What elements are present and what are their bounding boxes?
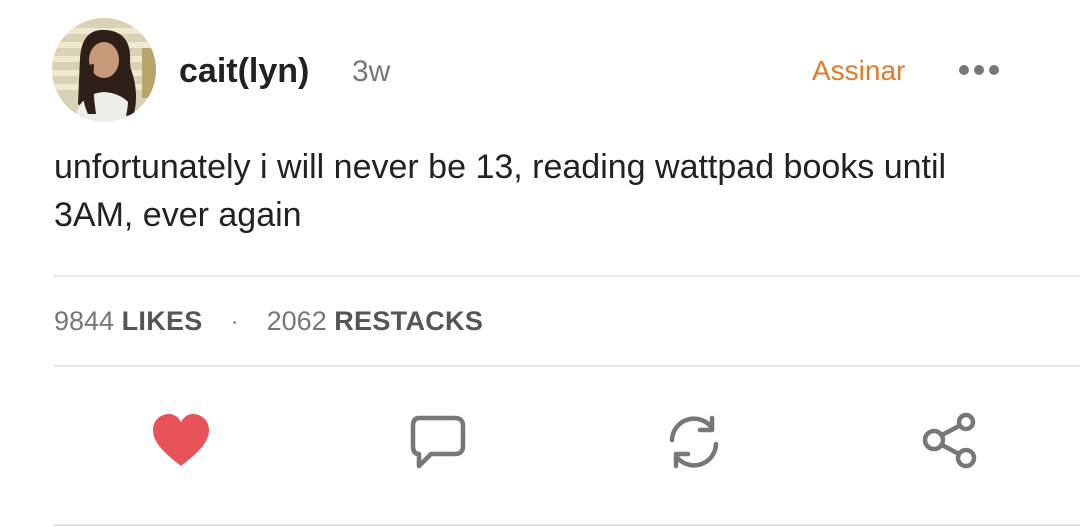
post-stats: 9844 LIKES · 2062 RESTACKS xyxy=(54,306,483,337)
author-name[interactable]: cait(lyn) xyxy=(179,52,309,91)
avatar[interactable] xyxy=(52,18,156,122)
share-icon xyxy=(922,412,977,469)
divider xyxy=(54,365,1080,367)
post-card: cait(lyn) 3w Assinar unfortunately i wil… xyxy=(0,0,1080,527)
likes-count: 9844 xyxy=(54,306,115,336)
divider xyxy=(54,524,1080,526)
restack-button[interactable] xyxy=(664,412,724,472)
like-button[interactable] xyxy=(151,412,211,472)
stats-separator: · xyxy=(230,306,240,336)
comment-button[interactable] xyxy=(407,412,467,472)
divider xyxy=(54,275,1080,277)
post-text: unfortunately i will never be 13, readin… xyxy=(54,148,947,234)
likes-label[interactable]: LIKES xyxy=(122,306,203,336)
subscribe-button[interactable]: Assinar xyxy=(812,55,905,87)
refresh-arrows-icon xyxy=(669,415,719,469)
avatar-image xyxy=(52,18,156,122)
post-age: 3w xyxy=(352,55,391,88)
ellipsis-icon xyxy=(959,65,999,75)
restacks-label[interactable]: RESTACKS xyxy=(334,306,483,336)
heart-icon xyxy=(153,414,209,466)
restacks-count: 2062 xyxy=(266,306,327,336)
more-options-button[interactable] xyxy=(955,62,1003,78)
speech-bubble-icon xyxy=(410,415,466,469)
share-button[interactable] xyxy=(920,412,980,472)
